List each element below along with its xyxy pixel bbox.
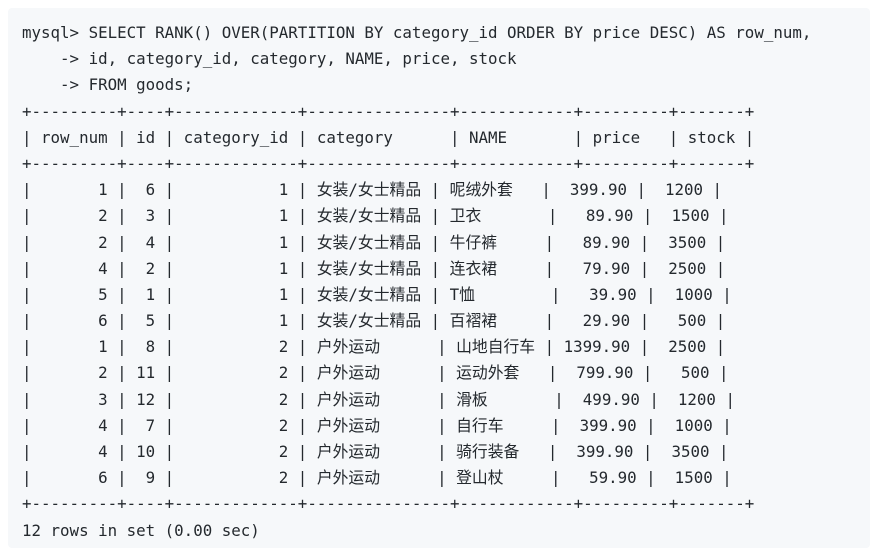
query-text: FROM goods; xyxy=(88,75,194,95)
result-summary: 12 rows in set (0.00 sec) xyxy=(22,520,260,540)
table-row: | 2 | 3 | 1 | 女装/女士精品 | 卫衣 | 89.90 | 150… xyxy=(22,206,729,226)
table-row: | 4 | 7 | 2 | 户外运动 | 自行车 | 399.90 | 1000… xyxy=(22,415,732,435)
query-text: id, category_id, category, NAME, price, … xyxy=(88,49,517,69)
query-text: SELECT RANK() OVER(PARTITION BY category… xyxy=(88,23,812,42)
query-line-3: -> FROM goods; xyxy=(22,72,870,98)
query-line-1: mysql> SELECT RANK() OVER(PARTITION BY c… xyxy=(22,20,870,46)
query-line-2: -> id, category_id, category, NAME, pric… xyxy=(22,46,870,72)
continuation-prompt: -> xyxy=(22,75,89,95)
table-row: | 3 | 12 | 2 | 户外运动 | 滑板 | 499.90 | 1200… xyxy=(22,389,735,409)
table-row: | 5 | 1 | 1 | 女装/女士精品 | T恤 | 39.90 | 100… xyxy=(22,284,732,304)
table-row: | 4 | 2 | 1 | 女装/女士精品 | 连衣裙 | 79.90 | 25… xyxy=(22,258,726,278)
table-row: | 6 | 5 | 1 | 女装/女士精品 | 百褶裙 | 29.90 | 50… xyxy=(22,311,726,331)
table-border-mid: +---------+----+-------------+----------… xyxy=(22,153,755,173)
continuation-prompt: -> xyxy=(22,49,89,69)
mysql-prompt: mysql> xyxy=(22,23,89,42)
table-border-top: +---------+----+-------------+----------… xyxy=(22,101,755,121)
table-row: | 6 | 9 | 2 | 户外运动 | 登山杖 | 59.90 | 1500 … xyxy=(22,468,732,488)
table-row: | 4 | 10 | 2 | 户外运动 | 骑行装备 | 399.90 | 35… xyxy=(22,442,729,461)
table-row: | 1 | 8 | 2 | 户外运动 | 山地自行车 | 1399.90 | 2… xyxy=(22,337,726,357)
table-header: | row_num | id | category_id | category … xyxy=(22,127,755,147)
table-row: | 2 | 11 | 2 | 户外运动 | 运动外套 | 799.90 | 50… xyxy=(22,363,729,383)
console-text: mysql> SELECT RANK() OVER(PARTITION BY c… xyxy=(22,20,870,544)
terminal-output: mysql> SELECT RANK() OVER(PARTITION BY c… xyxy=(8,8,870,548)
table-row: | 2 | 4 | 1 | 女装/女士精品 | 牛仔裤 | 89.90 | 35… xyxy=(22,232,726,252)
table-row: | 1 | 6 | 1 | 女装/女士精品 | 呢绒外套 | 399.90 | … xyxy=(22,180,723,200)
table-border-bottom: +---------+----+-------------+----------… xyxy=(22,494,755,514)
